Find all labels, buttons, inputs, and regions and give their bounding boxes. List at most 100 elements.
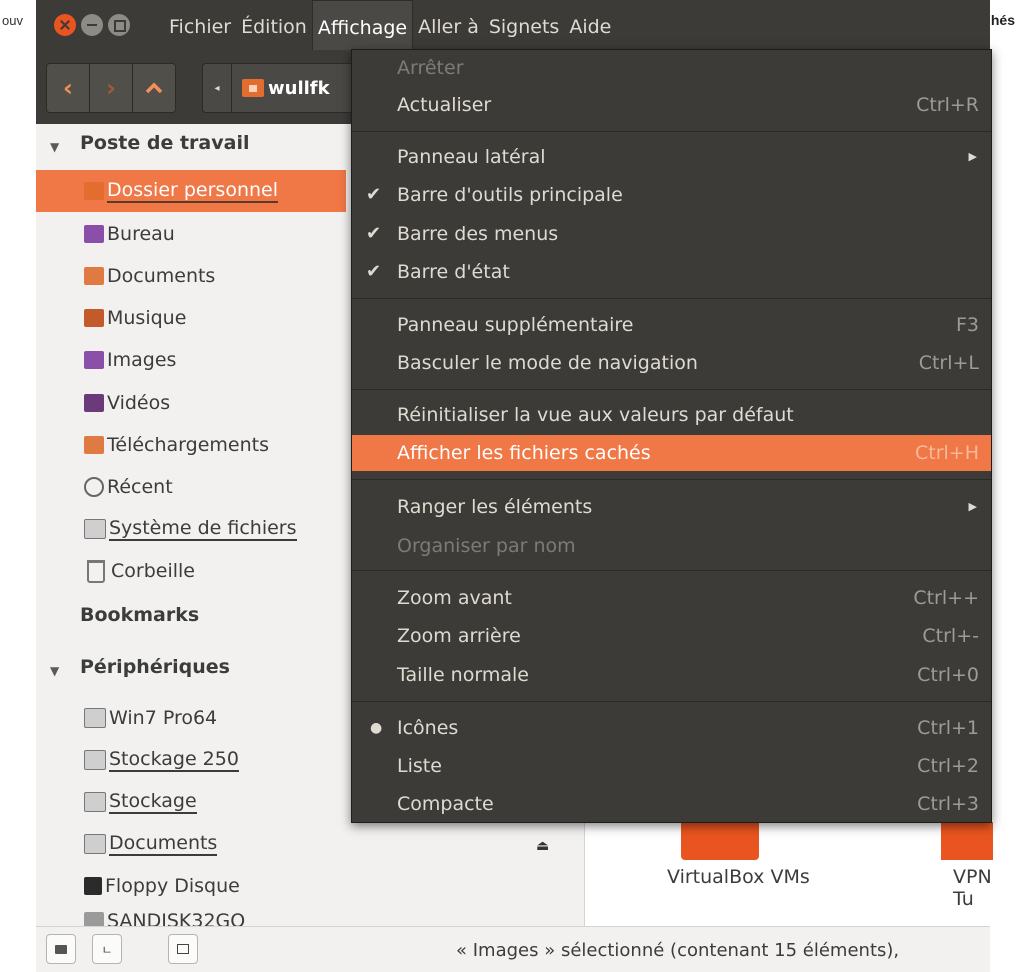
- sidebar-section-devices[interactable]: Périphériques: [80, 656, 230, 678]
- sidebar-item-label: Stockage 250: [109, 748, 239, 772]
- menu-separator: [352, 479, 991, 480]
- documents-folder-icon: [84, 267, 104, 285]
- menu-item-icones[interactable]: ● Icônes Ctrl+1: [352, 710, 991, 746]
- menu-signets[interactable]: Signets: [484, 0, 564, 50]
- path-crumb-home[interactable]: wullfk: [232, 64, 330, 112]
- file-item-vpn[interactable]: VPN Tu: [953, 866, 992, 910]
- menu-item-basculer-navigation[interactable]: Basculer le mode de navigation Ctrl+L: [352, 345, 991, 381]
- path-crumb-label: wullfk: [268, 77, 330, 99]
- eject-icon[interactable]: ⏏: [536, 838, 549, 854]
- sidebar-item-label: Win7 Pro64: [109, 707, 218, 729]
- music-folder-icon: [84, 309, 104, 327]
- sidebar-item-label: Système de fichiers: [109, 517, 297, 541]
- menu-item-taille-normale[interactable]: Taille normale Ctrl+0: [352, 657, 991, 693]
- check-icon: ✔: [366, 184, 382, 205]
- collapse-triangle-icon[interactable]: ▼: [50, 664, 59, 678]
- menu-item-zoom-avant[interactable]: Zoom avant Ctrl++: [352, 580, 991, 616]
- menu-item-compacte[interactable]: Compacte Ctrl+3: [352, 786, 991, 822]
- toggle-sidebar-button[interactable]: [168, 934, 198, 964]
- floppy-icon: [84, 877, 102, 895]
- menu-item-arreter[interactable]: Arrêter: [352, 50, 991, 86]
- background-text-left: ouv: [2, 13, 23, 28]
- sidebar-item-sandisk[interactable]: SANDISK32GO: [36, 908, 584, 926]
- drive-icon: [84, 519, 106, 539]
- sidebar-item-documents-drive[interactable]: Documents: [36, 823, 584, 865]
- menu-item-panneau-lateral[interactable]: Panneau latéral ▶: [352, 139, 991, 175]
- folder-icon: [941, 822, 993, 860]
- file-item-virtualbox-vms[interactable]: VirtualBox VMs: [667, 866, 810, 888]
- menu-affichage[interactable]: Affichage: [311, 0, 414, 50]
- menu-aller-a[interactable]: Aller à: [413, 0, 484, 50]
- menu-item-zoom-arriere[interactable]: Zoom arrière Ctrl+-: [352, 618, 991, 654]
- navigation-buttons: ‹ ›: [46, 63, 176, 113]
- sidebar-item-label: Stockage: [109, 790, 197, 814]
- sidebar-section-bookmarks[interactable]: Bookmarks: [80, 604, 199, 626]
- chevron-right-icon: ›: [106, 74, 116, 102]
- drive-icon: [84, 708, 106, 728]
- drive-icon: [84, 750, 106, 770]
- sidebar-item-label: SANDISK32GO: [107, 910, 246, 926]
- submenu-arrow-icon: ▶: [968, 150, 977, 163]
- menu-item-barre-menus[interactable]: ✔ Barre des menus: [352, 216, 991, 252]
- drive-icon: [84, 792, 106, 812]
- menu-item-actualiser[interactable]: Actualiser Ctrl+R: [352, 87, 991, 123]
- menu-item-ranger-elements[interactable]: Ranger les éléments ▶: [352, 489, 991, 525]
- videos-folder-icon: [84, 394, 104, 412]
- usb-icon: [84, 912, 104, 926]
- close-window-button[interactable]: [54, 14, 76, 36]
- menu-item-afficher-fichiers-caches[interactable]: Afficher les fichiers cachés Ctrl+H: [352, 435, 991, 471]
- folder-icon: [55, 944, 67, 954]
- menu-item-reinitialiser-vue[interactable]: Réinitialiser la vue aux valeurs par déf…: [352, 397, 991, 433]
- menu-bar: Fichier Édition Affichage Aller à Signet…: [164, 0, 616, 50]
- sidebar-icon: [177, 944, 189, 954]
- sidebar-item-label: Bureau: [107, 223, 175, 245]
- menu-item-panneau-supplementaire[interactable]: Panneau supplémentaire F3: [352, 307, 991, 343]
- check-icon: ✔: [366, 261, 382, 282]
- sidebar-item-dossier-personnel[interactable]: Dossier personnel: [36, 170, 346, 212]
- sidebar-item-label: Documents: [109, 832, 218, 856]
- sidebar-section-workspace[interactable]: Poste de travail: [80, 132, 249, 154]
- toggle-places-button[interactable]: [46, 934, 76, 964]
- toggle-tree-button[interactable]: ㄴ: [92, 934, 122, 964]
- back-button[interactable]: ‹: [47, 64, 90, 112]
- submenu-arrow-icon: ▶: [968, 500, 977, 513]
- status-text: « Images » sélectionné (contenant 15 élé…: [456, 940, 900, 961]
- sidebar-item-label: Dossier personnel: [107, 179, 279, 203]
- menu-aide[interactable]: Aide: [564, 0, 616, 50]
- sidebar-item-label: Corbeille: [111, 560, 195, 582]
- sidebar-item-label: Téléchargements: [107, 434, 269, 456]
- sidebar-item-label: Musique: [107, 307, 187, 329]
- downloads-folder-icon: [84, 436, 104, 454]
- sidebar-item-label: Vidéos: [107, 392, 171, 414]
- sidebar-item-label: Floppy Disque: [105, 875, 240, 897]
- menu-fichier[interactable]: Fichier: [164, 0, 236, 50]
- forward-button[interactable]: ›: [90, 64, 133, 112]
- path-scroll-left-button[interactable]: ◂: [203, 64, 232, 112]
- menu-separator: [352, 570, 991, 571]
- check-icon: ✔: [366, 223, 382, 244]
- sidebar-item-label: Images: [107, 349, 177, 371]
- minimize-window-button[interactable]: [81, 14, 103, 36]
- menu-separator: [352, 131, 991, 132]
- affichage-dropdown-menu: Arrêter Actualiser Ctrl+R Panneau latéral…: [351, 49, 992, 823]
- folder-icon: [681, 822, 759, 860]
- menu-item-organiser-par-nom[interactable]: Organiser par nom: [352, 528, 991, 564]
- maximize-window-button[interactable]: [108, 14, 130, 36]
- menu-edition[interactable]: Édition: [236, 0, 312, 50]
- sidebar-item-label: Documents: [107, 265, 216, 287]
- home-folder-icon: [242, 79, 264, 97]
- sidebar-item-floppy-disque[interactable]: Floppy Disque: [36, 865, 584, 907]
- up-button[interactable]: [133, 64, 175, 112]
- menu-item-barre-etat[interactable]: ✔ Barre d'état: [352, 254, 991, 290]
- chevron-left-icon: ‹: [63, 74, 73, 102]
- chevron-up-icon: [145, 82, 163, 94]
- menu-item-liste[interactable]: Liste Ctrl+2: [352, 748, 991, 784]
- background-text-right: hés: [990, 12, 1015, 28]
- menu-separator: [352, 298, 991, 299]
- menu-item-barre-outils[interactable]: ✔ Barre d'outils principale: [352, 177, 991, 213]
- pictures-folder-icon: [84, 351, 104, 369]
- collapse-triangle-icon[interactable]: ▼: [50, 140, 59, 154]
- radio-dot-icon: ●: [370, 720, 383, 736]
- menu-separator: [352, 389, 991, 390]
- drive-icon: [84, 834, 106, 854]
